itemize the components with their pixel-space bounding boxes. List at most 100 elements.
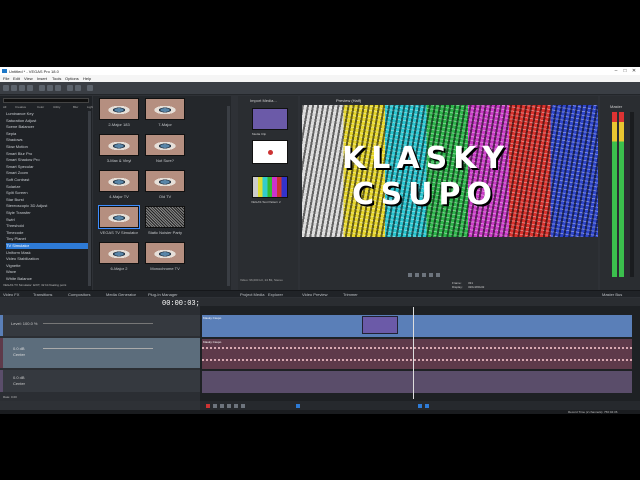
fx-list-item[interactable]: Slow Motion bbox=[6, 144, 90, 150]
fx-list-item[interactable]: Scene Balancer bbox=[6, 124, 90, 130]
preset-thumbnail[interactable] bbox=[99, 170, 139, 192]
fx-list-item[interactable]: Split Screen bbox=[6, 190, 90, 196]
level-slider[interactable] bbox=[43, 323, 153, 324]
fx-list-item[interactable]: Wave bbox=[6, 269, 90, 275]
tab-video-fx[interactable]: Video FX bbox=[3, 292, 19, 297]
fx-list-item[interactable]: Timecode bbox=[6, 230, 90, 236]
fx-list-item[interactable]: Video Stabilization bbox=[6, 256, 90, 262]
menu-file[interactable]: File bbox=[3, 76, 9, 81]
paste-icon[interactable] bbox=[55, 85, 61, 91]
fx-list-item[interactable]: Smart Blur Pro bbox=[6, 151, 90, 157]
preset-thumbnail[interactable] bbox=[145, 98, 185, 120]
tab-video-preview[interactable]: Video Preview bbox=[302, 292, 328, 297]
loop-icon[interactable] bbox=[408, 273, 412, 277]
fx-list-item[interactable]: Vignette bbox=[6, 263, 90, 269]
maximize-button[interactable]: □ bbox=[621, 68, 629, 74]
fx-list-item[interactable]: Saturation Adjust bbox=[6, 118, 90, 124]
menu-insert[interactable]: Insert bbox=[37, 76, 47, 81]
presets-scrollbar[interactable] bbox=[227, 106, 230, 286]
copy-icon[interactable] bbox=[47, 85, 53, 91]
fx-list-item[interactable]: Smart Specular bbox=[6, 164, 90, 170]
redo-icon[interactable] bbox=[75, 85, 81, 91]
preset-thumbnail[interactable] bbox=[98, 205, 140, 229]
normal-edit-tool-icon[interactable] bbox=[296, 404, 300, 408]
audio-clip-2[interactable] bbox=[202, 371, 632, 393]
fx-list-item[interactable]: Uniform Mask bbox=[6, 250, 90, 256]
properties-icon[interactable] bbox=[27, 85, 33, 91]
media-thumb-2[interactable] bbox=[252, 140, 288, 164]
fx-filter-4[interactable]: Blur bbox=[73, 105, 78, 109]
fx-list-item[interactable]: Swirl bbox=[6, 217, 90, 223]
tab-plugin-manager[interactable]: Plug-In Manager bbox=[148, 292, 178, 297]
new-icon[interactable] bbox=[3, 85, 9, 91]
preset-thumbnail[interactable] bbox=[145, 206, 185, 228]
snap-icon[interactable] bbox=[87, 85, 93, 91]
fx-list-item[interactable]: Tiny Planet bbox=[6, 236, 90, 242]
tab-explorer[interactable]: Explorer bbox=[268, 292, 283, 297]
fx-list-item[interactable]: Solarize bbox=[6, 184, 90, 190]
loop-playback-icon[interactable] bbox=[213, 404, 217, 408]
fx-list-item[interactable]: Threshold bbox=[6, 223, 90, 229]
fx-filter-1[interactable]: Creative bbox=[15, 105, 26, 109]
preset-thumbnail[interactable] bbox=[99, 134, 139, 156]
timeline-play-icon[interactable] bbox=[227, 404, 231, 408]
preset-thumbnail[interactable] bbox=[145, 134, 185, 156]
fx-list-item[interactable]: TV Simulator bbox=[6, 243, 90, 249]
pause-icon[interactable] bbox=[429, 273, 433, 277]
tab-project-media[interactable]: Project Media bbox=[240, 292, 264, 297]
fx-list-item[interactable]: Smart Zoom bbox=[6, 170, 90, 176]
video-track-header[interactable]: Level: 100.0 % bbox=[0, 315, 200, 336]
fx-filter-0[interactable]: All bbox=[3, 105, 6, 109]
audio-clip[interactable]: Klasky Csupo bbox=[202, 339, 632, 369]
preset-thumbnail[interactable] bbox=[99, 98, 139, 120]
preview-quality-dropdown[interactable]: Preview (Half) bbox=[336, 98, 361, 103]
menu-tools[interactable]: Tools bbox=[52, 76, 61, 81]
vol-slider[interactable] bbox=[43, 348, 153, 349]
timeline-stop-icon[interactable] bbox=[241, 404, 245, 408]
media-thumb-3[interactable] bbox=[252, 176, 288, 198]
record-icon[interactable] bbox=[206, 404, 210, 408]
audio-track-header[interactable]: 0.0 dB Center bbox=[0, 338, 200, 368]
time-ruler[interactable] bbox=[200, 298, 640, 306]
audio-track-2-header[interactable]: 0.0 dB Center bbox=[0, 370, 200, 392]
media-thumb-1[interactable] bbox=[252, 108, 288, 130]
fx-list-item[interactable]: Star Burst bbox=[6, 197, 90, 203]
play-icon[interactable] bbox=[422, 273, 426, 277]
fx-filter-2[interactable]: Color bbox=[37, 105, 44, 109]
auto-ripple-icon[interactable] bbox=[425, 404, 429, 408]
minimize-button[interactable]: – bbox=[612, 68, 620, 74]
preset-thumbnail[interactable] bbox=[99, 242, 139, 264]
fx-list-item[interactable]: Style Transfer bbox=[6, 210, 90, 216]
undo-icon[interactable] bbox=[67, 85, 73, 91]
close-button[interactable]: ✕ bbox=[630, 68, 638, 74]
save-icon[interactable] bbox=[19, 85, 25, 91]
menu-help[interactable]: Help bbox=[83, 76, 91, 81]
fx-list-item[interactable]: Stereoscopic 3D Adjust bbox=[6, 203, 90, 209]
fx-list-scrollbar[interactable] bbox=[88, 111, 91, 286]
menu-edit[interactable]: Edit bbox=[13, 76, 20, 81]
import-media-label[interactable]: Import Media... bbox=[250, 98, 277, 103]
tab-trimmer[interactable]: Trimmer bbox=[343, 292, 358, 297]
open-icon[interactable] bbox=[11, 85, 17, 91]
preset-thumbnail[interactable] bbox=[145, 242, 185, 264]
stop-icon[interactable] bbox=[436, 273, 440, 277]
cut-icon[interactable] bbox=[39, 85, 45, 91]
tab-transitions[interactable]: Transitions bbox=[33, 292, 52, 297]
fx-search-input[interactable] bbox=[3, 98, 89, 103]
fx-filter-3[interactable]: Utility bbox=[53, 105, 60, 109]
fx-list-item[interactable]: Shadows bbox=[6, 137, 90, 143]
master-fader[interactable] bbox=[630, 112, 634, 277]
tab-master-bus[interactable]: Master Bus bbox=[602, 292, 622, 297]
preset-thumbnail[interactable] bbox=[145, 170, 185, 192]
menu-view[interactable]: View bbox=[24, 76, 33, 81]
playhead[interactable] bbox=[413, 307, 414, 399]
menu-options[interactable]: Options bbox=[65, 76, 79, 81]
fx-list-item[interactable]: Soft Contrast bbox=[6, 177, 90, 183]
video-clip[interactable]: Klasky Csupo bbox=[202, 315, 632, 337]
play-start-icon[interactable] bbox=[220, 404, 224, 408]
fx-list-item[interactable]: Smart Shadow Pro bbox=[6, 157, 90, 163]
tab-media-generator[interactable]: Media Generator bbox=[106, 292, 136, 297]
play-from-start-icon[interactable] bbox=[415, 273, 419, 277]
tab-compositors[interactable]: Compositors bbox=[68, 292, 90, 297]
fx-list-item[interactable]: Sepia bbox=[6, 131, 90, 137]
